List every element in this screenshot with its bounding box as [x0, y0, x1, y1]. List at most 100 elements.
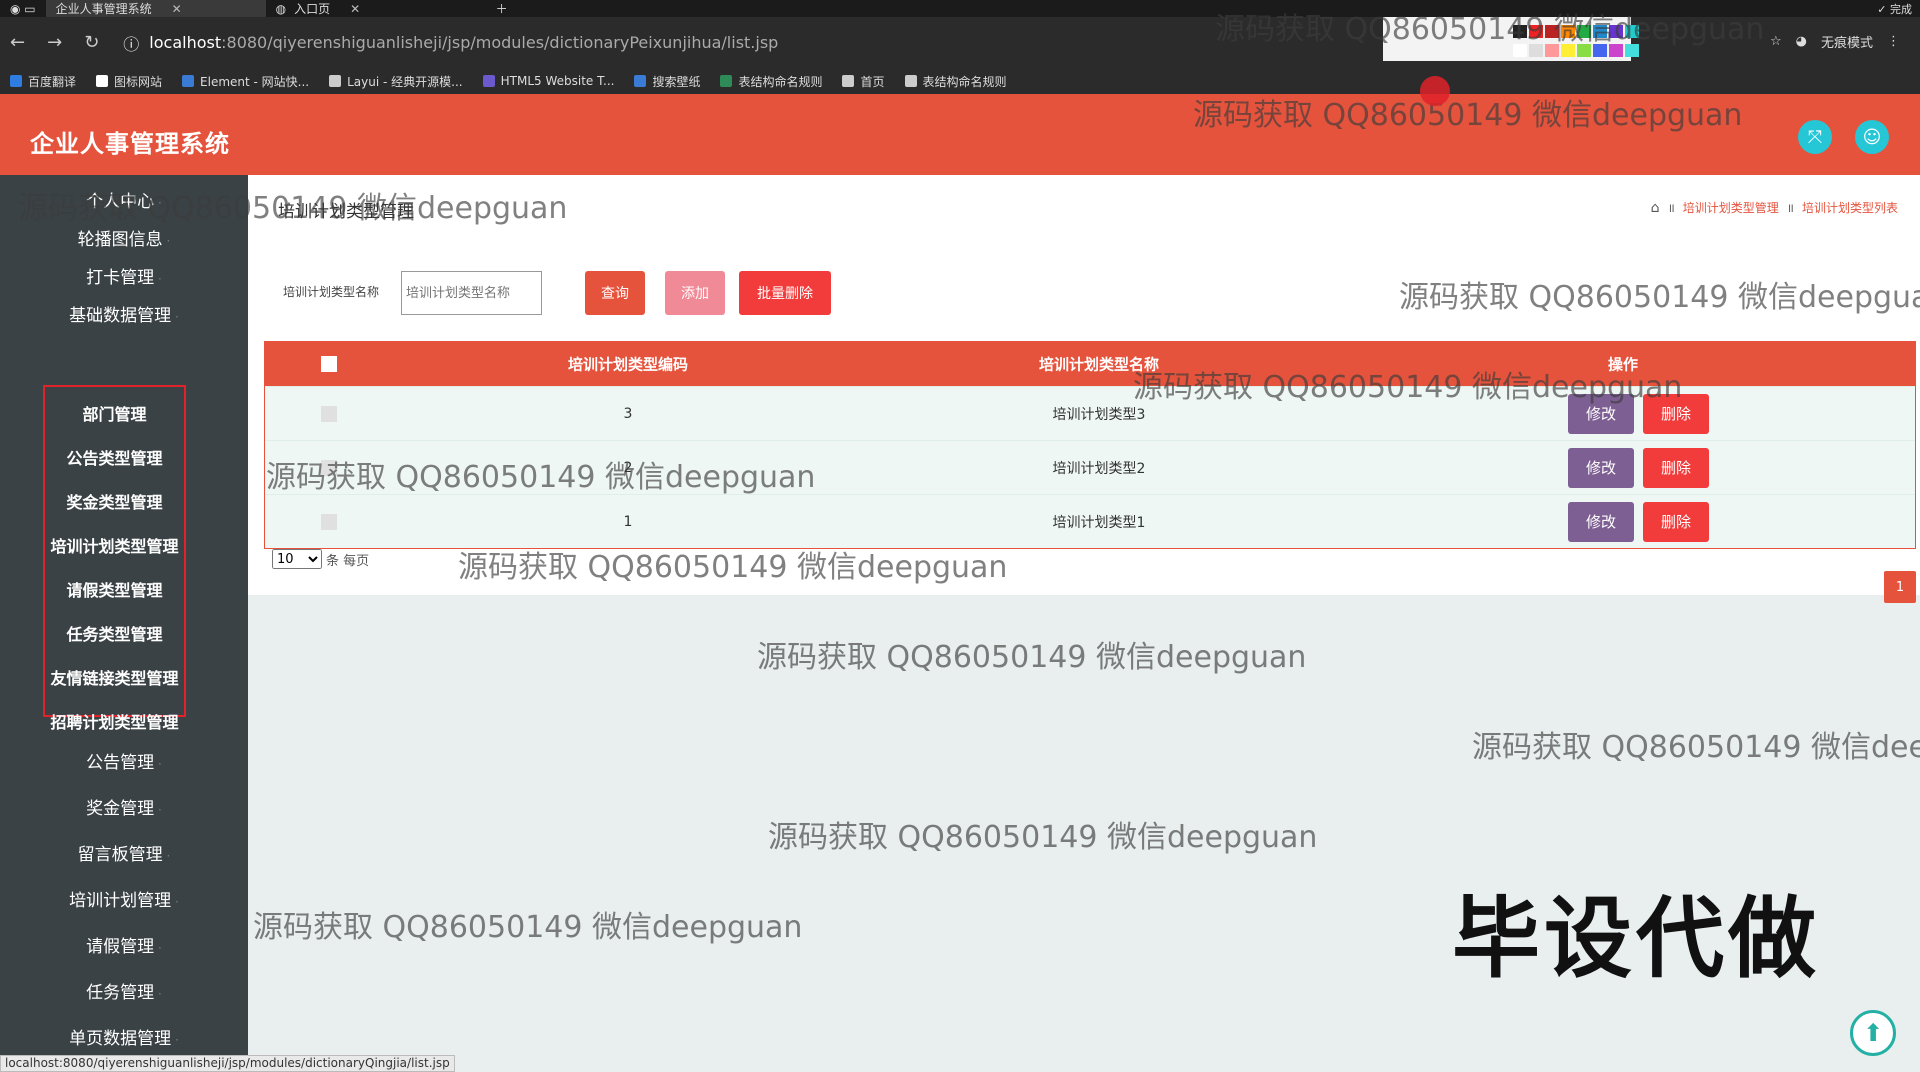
bookmark-label: 百度翻译 [28, 74, 77, 89]
browser-menu-icon[interactable]: ◉ ▭ [0, 0, 46, 17]
sidebar-subitem[interactable]: 招聘计划类型管理 [43, 709, 186, 733]
color-swatch[interactable] [1625, 44, 1639, 57]
star-icon[interactable]: ☆ [1770, 34, 1782, 49]
sidebar-subitem[interactable]: 培训计划类型管理 [43, 533, 186, 557]
color-swatch[interactable] [1513, 25, 1527, 38]
bookmark-item[interactable]: 首页 [842, 73, 885, 90]
color-swatch[interactable] [1609, 25, 1623, 38]
bookmark-icon [720, 75, 733, 87]
sidebar-subitem[interactable]: 任务类型管理 [43, 621, 186, 645]
app-header: 企业人事管理系统 ⤧ ☺ [0, 94, 1920, 175]
delete-button[interactable]: 删除 [1643, 447, 1709, 488]
edit-button[interactable]: 修改 [1568, 393, 1634, 434]
bookmark-icon [182, 75, 195, 87]
bookmark-item[interactable]: Element - 网站快... [182, 73, 309, 90]
bookmark-label: Layui - 经典开源模... [347, 74, 463, 89]
sidebar-item[interactable]: 请假管理 [0, 932, 248, 957]
reload-icon[interactable]: ↻ [84, 32, 99, 53]
more-icon[interactable]: ⋮ [1887, 34, 1900, 49]
tab-close-icon[interactable]: ✕ [350, 2, 360, 16]
add-button[interactable]: 添加 [665, 271, 725, 315]
color-swatch[interactable] [1545, 44, 1559, 57]
sidebar-item[interactable]: 奖金管理 [0, 794, 248, 819]
sidebar-item[interactable]: 轮播图信息 [0, 225, 248, 250]
fullscreen-icon[interactable]: ⤧ [1798, 120, 1832, 154]
bulk-delete-button[interactable]: 批量删除 [739, 271, 831, 315]
done-text: 完成 [1890, 3, 1912, 16]
bookmark-icon [10, 75, 22, 87]
sidebar-subitem[interactable]: 奖金类型管理 [43, 489, 186, 513]
home-icon[interactable]: ⌂ [1651, 200, 1660, 216]
color-swatch[interactable] [1513, 44, 1527, 57]
sidebar-subitem[interactable]: 部门管理 [43, 401, 186, 425]
browser-tab-active[interactable]: 企业人事管理系统 ✕ [45, 0, 266, 17]
query-button[interactable]: 查询 [585, 271, 645, 315]
sidebar-item[interactable]: 公告管理 [0, 748, 248, 773]
color-swatch[interactable] [1561, 44, 1575, 57]
info-icon: ⓘ [123, 34, 140, 54]
bookmark-item[interactable]: 表结构命名规则 [904, 73, 1007, 90]
breadcrumb-separator: ॥ [1786, 201, 1794, 215]
sidebar-item[interactable]: 留言板管理 [0, 840, 248, 865]
url-field[interactable]: ⓘ localhost:8080/qiyerenshiguanlisheji/j… [123, 31, 1910, 55]
sidebar-item[interactable]: 培训计划管理 [0, 886, 248, 911]
tab-close-icon[interactable]: ✕ [172, 2, 182, 16]
color-swatch[interactable] [1545, 25, 1559, 38]
back-to-top-icon[interactable]: ⬆ [1850, 1010, 1896, 1056]
column-header-name[interactable]: 培训计划类型名称 [1039, 354, 1159, 375]
color-swatch[interactable] [1577, 25, 1591, 38]
breadcrumb-separator: ॥ [1667, 201, 1675, 215]
breadcrumb-item[interactable]: 培训计划类型列表 [1802, 199, 1898, 216]
bookmark-item[interactable]: 搜索壁纸 [634, 73, 700, 90]
sidebar-item[interactable]: 单页数据管理 [0, 1024, 248, 1049]
new-tab-button[interactable]: ＋ [486, 0, 518, 17]
bookmark-item[interactable]: HTML5 Website T... [482, 74, 615, 88]
color-palette[interactable] [1383, 17, 1639, 61]
select-all-checkbox[interactable] [321, 356, 337, 372]
bookmark-item[interactable]: 表结构命名规则 [720, 73, 822, 90]
table-header: 培训计划类型编码 培训计划类型名称 操作 [265, 342, 1915, 386]
color-swatch[interactable] [1625, 25, 1639, 38]
color-swatch[interactable] [1561, 25, 1575, 38]
cell-code: 3 [623, 405, 633, 422]
column-header-code[interactable]: 培训计划类型编码 [568, 354, 688, 375]
row-checkbox[interactable] [321, 405, 337, 422]
bookmark-item[interactable]: 图标网站 [96, 73, 162, 90]
bookmark-item[interactable]: Layui - 经典开源模... [329, 73, 463, 90]
page-size-select[interactable]: 10 [272, 549, 322, 569]
row-checkbox[interactable] [321, 459, 337, 476]
color-swatch[interactable] [1593, 44, 1607, 57]
edit-button[interactable]: 修改 [1568, 447, 1634, 488]
bookmarks-bar: 百度翻译 图标网站 Element - 网站快... Layui - 经典开源模...… [0, 68, 1920, 94]
color-swatch[interactable] [1609, 44, 1623, 57]
page-number-button[interactable]: 1 [1884, 571, 1916, 603]
color-swatch[interactable] [1593, 25, 1607, 38]
app-title: 企业人事管理系统 [30, 130, 230, 158]
bookmark-icon [634, 75, 647, 87]
forward-icon[interactable]: → [47, 32, 62, 53]
search-input[interactable] [401, 271, 542, 315]
done-label[interactable]: ✓ 完成 [1877, 1, 1912, 17]
browser-tab[interactable]: ◍ 入口页 ✕ [266, 0, 486, 17]
sidebar-subitem[interactable]: 请假类型管理 [43, 577, 186, 601]
breadcrumb-item[interactable]: 培训计划类型管理 [1683, 199, 1779, 216]
color-swatch[interactable] [1529, 25, 1543, 38]
sidebar-item[interactable]: 个人中心 [0, 187, 248, 212]
bookmark-item[interactable]: 百度翻译 [10, 73, 76, 90]
bookmark-label: HTML5 Website T... [500, 74, 615, 88]
sidebar-item[interactable]: 基础数据管理 [0, 301, 248, 326]
table-row: 1 培训计划类型1 修改 删除 [265, 494, 1915, 548]
sidebar-item[interactable]: 任务管理 [0, 978, 248, 1003]
edit-button[interactable]: 修改 [1568, 501, 1634, 542]
sidebar-subitem[interactable]: 友情链接类型管理 [43, 665, 186, 689]
sidebar-item[interactable]: 打卡管理 [0, 263, 248, 288]
sidebar-subitem[interactable]: 公告类型管理 [43, 445, 186, 469]
color-swatch[interactable] [1529, 44, 1543, 57]
user-avatar-icon[interactable]: ☺ [1855, 120, 1889, 154]
table-row: 2 培训计划类型2 修改 删除 [265, 440, 1915, 494]
delete-button[interactable]: 删除 [1643, 501, 1709, 542]
delete-button[interactable]: 删除 [1643, 393, 1709, 434]
color-swatch[interactable] [1577, 44, 1591, 57]
back-icon[interactable]: ← [10, 32, 25, 53]
row-checkbox[interactable] [321, 513, 337, 530]
